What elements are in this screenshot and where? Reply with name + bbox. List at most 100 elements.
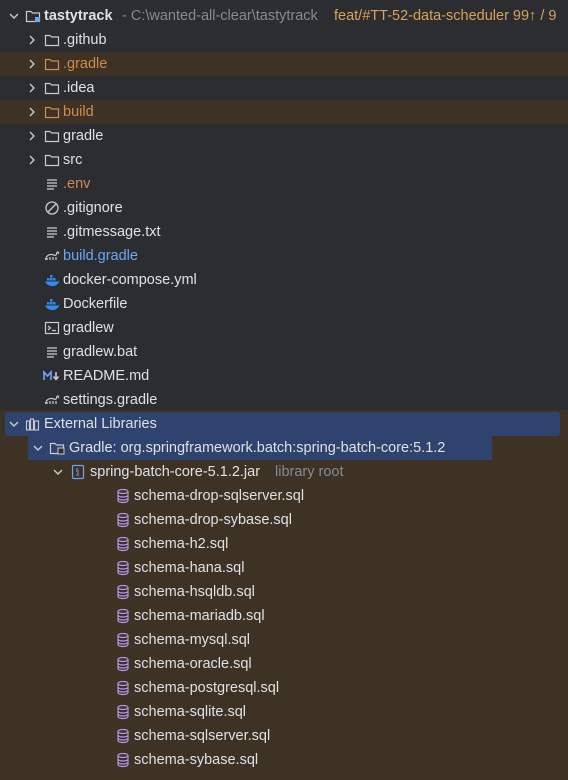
project-tree: tastytrack - C:\wanted-all-clear\tastytr… (0, 4, 568, 772)
database-icon (115, 584, 131, 600)
text-file-icon (44, 224, 60, 240)
tree-row-dot-gradle[interactable]: .gradle (0, 52, 568, 76)
tree-row-gitignore[interactable]: .gitignore (0, 196, 568, 220)
tree-label: .gitignore (63, 200, 123, 216)
chevron-right-icon[interactable] (26, 28, 38, 52)
chevron-down-icon[interactable] (8, 412, 20, 436)
chevron-right-icon[interactable] (26, 148, 38, 172)
folder-icon (44, 56, 60, 72)
tree-row-sql-file[interactable]: schema-drop-sqlserver.sql (0, 484, 568, 508)
folder-icon (25, 8, 41, 24)
tree-row-sql-file[interactable]: schema-sybase.sql (0, 748, 568, 772)
tree-label: schema-hsqldb.sql (134, 584, 255, 600)
database-icon (115, 752, 131, 768)
chevron-right-icon[interactable] (26, 100, 38, 124)
markdown-icon (43, 368, 60, 384)
tree-label: gradlew.bat (63, 344, 138, 360)
tree-row-settings-gradle[interactable]: settings.gradle (0, 388, 568, 412)
tree-label: Dockerfile (63, 296, 128, 312)
chevron-right-icon[interactable] (26, 124, 38, 148)
git-branch: feat/#TT-52-data-scheduler 99↑ / 9 (334, 8, 557, 24)
tree-row-gitmessage[interactable]: .gitmessage.txt (0, 220, 568, 244)
tree-row-env[interactable]: .env (0, 172, 568, 196)
tree-label: .env (63, 176, 91, 192)
tree-label: schema-oracle.sql (134, 656, 252, 672)
tree-label: docker-compose.yml (63, 272, 197, 288)
tree-row-src[interactable]: src (0, 148, 568, 172)
sql-file-list: schema-drop-sqlserver.sql schema-drop-syb… (0, 484, 568, 772)
project-path: - C:\wanted-all-clear\tastytrack (122, 8, 318, 24)
folder-icon (44, 152, 60, 168)
tree-label: Gradle: org.springframework.batch:spring… (69, 440, 446, 456)
folder-icon (44, 32, 60, 48)
tree-row-build[interactable]: build (0, 100, 568, 124)
chevron-down-icon[interactable] (52, 460, 64, 484)
chevron-down-icon[interactable] (8, 4, 20, 28)
tree-row-sql-file[interactable]: schema-hana.sql (0, 556, 568, 580)
tree-label: gradle (63, 128, 104, 144)
tree-label: .github (63, 32, 107, 48)
folder-icon (49, 440, 65, 456)
tree-row-jar[interactable]: spring-batch-core-5.1.2.jar library root (0, 460, 568, 484)
tree-label: schema-hana.sql (134, 560, 245, 576)
gradle-icon (44, 248, 60, 264)
tree-row-gradle-library[interactable]: Gradle: org.springframework.batch:spring… (28, 436, 492, 460)
project-name: tastytrack (44, 8, 113, 24)
tree-label: schema-mariadb.sql (134, 608, 265, 624)
tree-row-github[interactable]: .github (0, 28, 568, 52)
tree-row-docker-compose[interactable]: docker-compose.yml (0, 268, 568, 292)
tree-label: schema-drop-sybase.sql (134, 512, 292, 528)
tree-row-gradle[interactable]: gradle (0, 124, 568, 148)
tree-row-sql-file[interactable]: schema-mariadb.sql (0, 604, 568, 628)
tree-row-dockerfile[interactable]: Dockerfile (0, 292, 568, 316)
database-icon (115, 728, 131, 744)
tree-label: schema-postgresql.sql (134, 680, 280, 696)
tree-row-readme[interactable]: README.md (0, 364, 568, 388)
database-icon (115, 512, 131, 528)
database-icon (115, 488, 131, 504)
database-icon (115, 608, 131, 624)
tree-row-sql-file[interactable]: schema-postgresql.sql (0, 676, 568, 700)
terminal-icon (44, 320, 60, 336)
tree-row-build-gradle[interactable]: build.gradle (0, 244, 568, 268)
tree-row-sql-file[interactable]: schema-mysql.sql (0, 628, 568, 652)
folder-icon (44, 80, 60, 96)
tree-row-gradlew-bat[interactable]: gradlew.bat (0, 340, 568, 364)
tree-label: .gitmessage.txt (63, 224, 161, 240)
jar-icon (70, 464, 86, 480)
tree-row-sql-file[interactable]: schema-sqlserver.sql (0, 724, 568, 748)
tree-label: gradlew (63, 320, 114, 336)
tree-row-root[interactable]: tastytrack - C:\wanted-all-clear\tastytr… (0, 4, 568, 28)
tree-label: schema-sqlserver.sql (134, 728, 271, 744)
tree-label: spring-batch-core-5.1.2.jar (90, 464, 261, 480)
tree-row-sql-file[interactable]: schema-sqlite.sql (0, 700, 568, 724)
tree-label: schema-sybase.sql (134, 752, 259, 768)
docker-icon (44, 296, 60, 312)
tree-row-sql-file[interactable]: schema-oracle.sql (0, 652, 568, 676)
tree-label: .gradle (63, 56, 108, 72)
chevron-down-icon[interactable] (32, 436, 44, 460)
database-icon (115, 536, 131, 552)
database-icon (115, 704, 131, 720)
tree-label: schema-h2.sql (134, 536, 229, 552)
tree-label: build.gradle (63, 248, 138, 264)
tree-label: README.md (63, 368, 150, 384)
tree-label: schema-sqlite.sql (134, 704, 247, 720)
tree-row-sql-file[interactable]: schema-h2.sql (0, 532, 568, 556)
gradle-icon (44, 392, 60, 408)
tree-row-sql-file[interactable]: schema-drop-sybase.sql (0, 508, 568, 532)
chevron-right-icon[interactable] (26, 52, 38, 76)
tree-label: src (63, 152, 83, 168)
tree-row-gradlew[interactable]: gradlew (0, 316, 568, 340)
tree-label: settings.gradle (63, 392, 158, 408)
tree-row-idea[interactable]: .idea (0, 76, 568, 100)
library-root-hint: library root (275, 464, 344, 480)
tree-label: schema-drop-sqlserver.sql (134, 488, 305, 504)
database-icon (115, 632, 131, 648)
folder-icon (44, 128, 60, 144)
chevron-right-icon[interactable] (26, 76, 38, 100)
tree-row-external-libraries[interactable]: External Libraries (5, 412, 560, 436)
tree-row-sql-file[interactable]: schema-hsqldb.sql (0, 580, 568, 604)
folder-icon (44, 104, 60, 120)
tree-label: schema-mysql.sql (134, 632, 251, 648)
